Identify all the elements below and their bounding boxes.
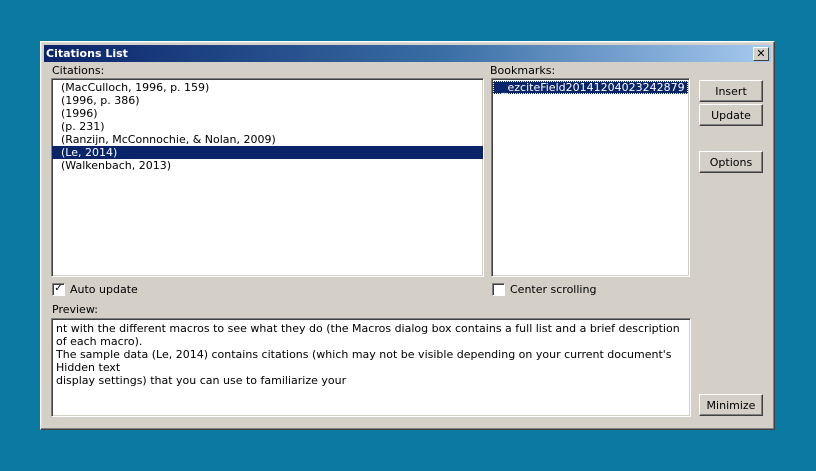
- citation-item[interactable]: (Ranzijn, McConnochie, & Nolan, 2009): [52, 133, 483, 146]
- center-scrolling-label: Center scrolling: [510, 283, 597, 296]
- window-title: Citations List: [46, 47, 128, 60]
- minimize-button[interactable]: Minimize: [699, 394, 763, 416]
- preview-textbox[interactable]: nt with the different macros to see what…: [51, 318, 691, 417]
- options-button[interactable]: Options: [699, 151, 763, 173]
- insert-button-label: Insert: [715, 84, 747, 98]
- citation-item[interactable]: (Le, 2014): [52, 146, 483, 159]
- center-scrolling-checkbox[interactable]: Center scrolling: [492, 283, 596, 296]
- preview-text: nt with the different macros to see what…: [56, 322, 680, 387]
- close-button[interactable]: ✕: [753, 47, 769, 61]
- insert-button[interactable]: Insert: [699, 80, 763, 102]
- citations-listbox[interactable]: (MacCulloch, 1996, p. 159) (1996, p. 386)…: [51, 78, 484, 277]
- auto-update-checkbox[interactable]: ✓ Auto update: [52, 283, 138, 296]
- update-button[interactable]: Update: [699, 104, 763, 126]
- auto-update-check-icon[interactable]: ✓: [52, 283, 65, 296]
- citation-item[interactable]: (MacCulloch, 1996, p. 159): [52, 81, 483, 94]
- citations-list-dialog: Citations List ✕ Citations: (MacCulloch,…: [40, 41, 775, 430]
- title-bar[interactable]: Citations List ✕: [44, 45, 771, 62]
- options-button-label: Options: [709, 155, 753, 169]
- minimize-button-label: Minimize: [706, 398, 756, 412]
- center-scrolling-check-icon[interactable]: [492, 283, 505, 296]
- bookmarks-label: Bookmarks:: [490, 64, 556, 77]
- auto-update-label: Auto update: [70, 283, 138, 296]
- citations-label: Citations:: [52, 64, 105, 77]
- preview-label: Preview:: [52, 303, 98, 316]
- citation-item[interactable]: (p. 231): [52, 120, 483, 133]
- bookmark-item[interactable]: _ezciteField20141204023242879: [493, 81, 688, 94]
- citation-item[interactable]: (Walkenbach, 2013): [52, 159, 483, 172]
- citation-item[interactable]: (1996): [52, 107, 483, 120]
- citation-item[interactable]: (1996, p. 386): [52, 94, 483, 107]
- close-icon: ✕: [756, 47, 766, 60]
- bookmarks-listbox[interactable]: _ezciteField20141204023242879: [491, 78, 690, 277]
- update-button-label: Update: [711, 108, 751, 122]
